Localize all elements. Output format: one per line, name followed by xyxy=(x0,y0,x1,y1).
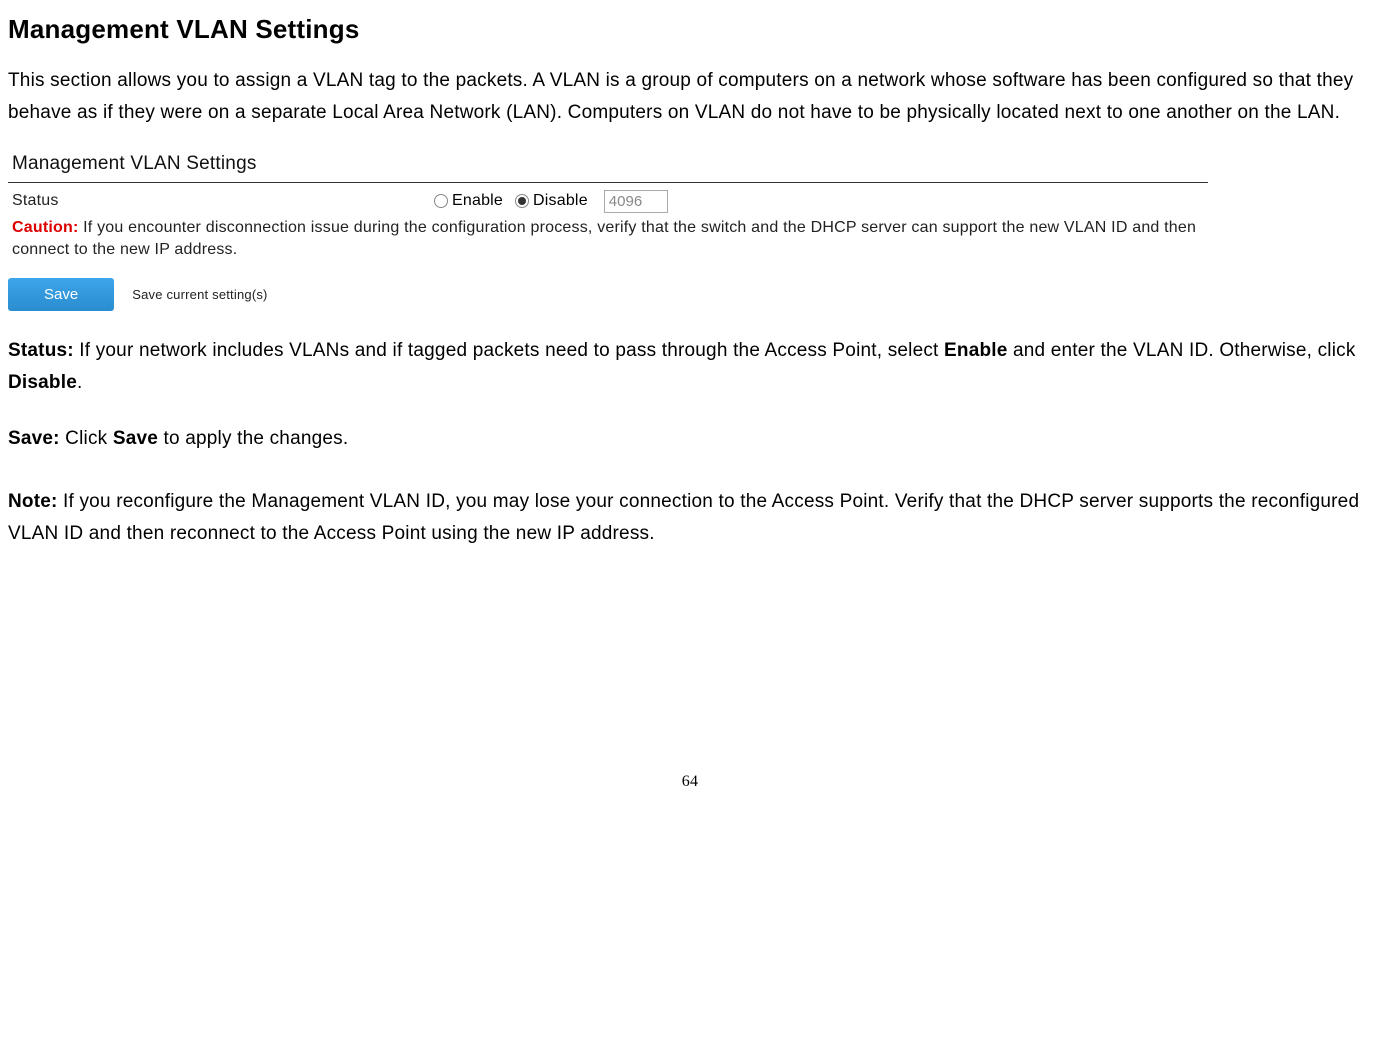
disable-radio-label: Disable xyxy=(533,189,588,213)
status-desc-text-2: and enter the VLAN ID. Otherwise, click xyxy=(1008,340,1356,361)
settings-panel-screenshot: Management VLAN Settings Status Enable D… xyxy=(8,150,1208,311)
save-desc-text-2: to apply the changes. xyxy=(158,428,348,449)
status-desc-text-3: . xyxy=(77,372,82,393)
save-desc-label: Save: xyxy=(8,428,60,449)
status-description: Status: If your network includes VLANs a… xyxy=(8,335,1372,400)
status-desc-disable: Disable xyxy=(8,372,77,393)
status-desc-label: Status: xyxy=(8,340,74,361)
vlan-id-input[interactable] xyxy=(604,190,668,213)
save-description: Save: Click Save to apply the changes. xyxy=(8,423,1372,455)
save-button[interactable]: Save xyxy=(8,278,114,311)
save-desc-word: Save xyxy=(113,428,158,449)
save-note: Save current setting(s) xyxy=(132,285,267,305)
note-description: Note: If you reconfigure the Management … xyxy=(8,486,1372,551)
status-label: Status xyxy=(12,189,434,213)
caution-text: Caution: If you encounter disconnection … xyxy=(8,217,1208,262)
save-desc-text-1: Click xyxy=(60,428,113,449)
panel-divider xyxy=(8,182,1208,183)
note-label: Note: xyxy=(8,491,58,512)
save-row: Save Save current setting(s) xyxy=(8,278,1208,311)
status-desc-enable: Enable xyxy=(944,340,1008,361)
panel-title: Management VLAN Settings xyxy=(8,150,1208,179)
status-desc-text-1: If your network includes VLANs and if ta… xyxy=(74,340,944,361)
status-row: Status Enable Disable xyxy=(8,189,1208,213)
disable-radio[interactable] xyxy=(515,194,529,208)
enable-radio[interactable] xyxy=(434,194,448,208)
note-text: If you reconfigure the Management VLAN I… xyxy=(8,491,1359,544)
page-title: Management VLAN Settings xyxy=(8,10,1372,49)
caution-body: If you encounter disconnection issue dur… xyxy=(12,219,1196,258)
enable-radio-label: Enable xyxy=(452,189,503,213)
status-radio-group: Enable Disable xyxy=(434,189,668,213)
page-number: 64 xyxy=(8,770,1372,794)
caution-label: Caution: xyxy=(12,219,78,236)
intro-paragraph: This section allows you to assign a VLAN… xyxy=(8,65,1372,130)
